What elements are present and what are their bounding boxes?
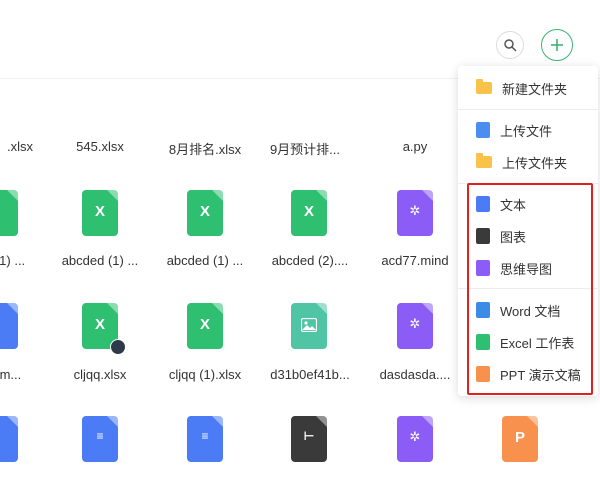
- document-file-icon[interactable]: [0, 303, 18, 349]
- excel-file-icon[interactable]: X: [187, 190, 223, 236]
- menu-item-label: 新建文件夹: [502, 81, 568, 97]
- excel-file-icon[interactable]: X: [291, 190, 327, 236]
- excel-file-icon[interactable]: X: [82, 190, 118, 236]
- menu-item-upload-folder[interactable]: 上传文件夹: [458, 148, 598, 176]
- search-icon: [504, 39, 517, 52]
- folder-icon: [476, 153, 492, 168]
- menu-item-upload-file[interactable]: 上传文件: [458, 116, 598, 144]
- document-file-icon[interactable]: ≡: [187, 416, 223, 462]
- folder-icon: [476, 79, 492, 94]
- file-name[interactable]: cljqq (1).xlsx: [155, 367, 255, 382]
- flowchart-file-icon[interactable]: ⊢: [291, 416, 327, 462]
- file-name[interactable]: 9月预计排...: [255, 139, 355, 158]
- ppt-file-icon[interactable]: P: [502, 416, 538, 462]
- excel-file-icon[interactable]: [0, 190, 18, 236]
- file-name[interactable]: dasdasda....: [365, 367, 465, 382]
- document-file-icon[interactable]: [0, 416, 18, 462]
- file-name[interactable]: 8月排名.xlsx: [155, 139, 255, 158]
- file-name[interactable]: d.m...: [0, 367, 55, 382]
- menu-item-label: 上传文件: [500, 123, 553, 139]
- menu-item-new-folder[interactable]: 新建文件夹: [458, 74, 598, 102]
- excel-file-icon[interactable]: X: [187, 303, 223, 349]
- highlight-box: [467, 183, 593, 395]
- mindmap-file-icon[interactable]: ✲: [397, 303, 433, 349]
- upload-file-icon: [476, 122, 490, 138]
- mindmap-file-icon[interactable]: ✲: [397, 416, 433, 462]
- image-icon: [301, 318, 317, 332]
- file-name[interactable]: cljqq.xlsx: [50, 367, 150, 382]
- file-name[interactable]: abcded (1) ...: [50, 253, 150, 268]
- menu-item-label: 上传文件夹: [502, 155, 568, 171]
- file-name[interactable]: d31b0ef41b...: [260, 367, 360, 382]
- file-name[interactable]: 545.xlsx: [50, 139, 150, 154]
- file-name[interactable]: abcded (1) ...: [155, 253, 255, 268]
- add-button[interactable]: [541, 29, 573, 61]
- image-file-icon[interactable]: [291, 303, 327, 349]
- search-button[interactable]: [496, 31, 524, 59]
- mindmap-file-icon[interactable]: ✲: [397, 190, 433, 236]
- document-file-icon[interactable]: ≡: [82, 416, 118, 462]
- excel-file-icon[interactable]: X: [82, 303, 126, 355]
- menu-divider: [458, 109, 598, 110]
- file-name[interactable]: a.py: [365, 139, 465, 154]
- plus-icon: [551, 39, 563, 51]
- sync-badge-icon: [110, 339, 126, 355]
- file-name[interactable]: abcded (2)....: [260, 253, 360, 268]
- file-name[interactable]: acd77.mind: [365, 253, 465, 268]
